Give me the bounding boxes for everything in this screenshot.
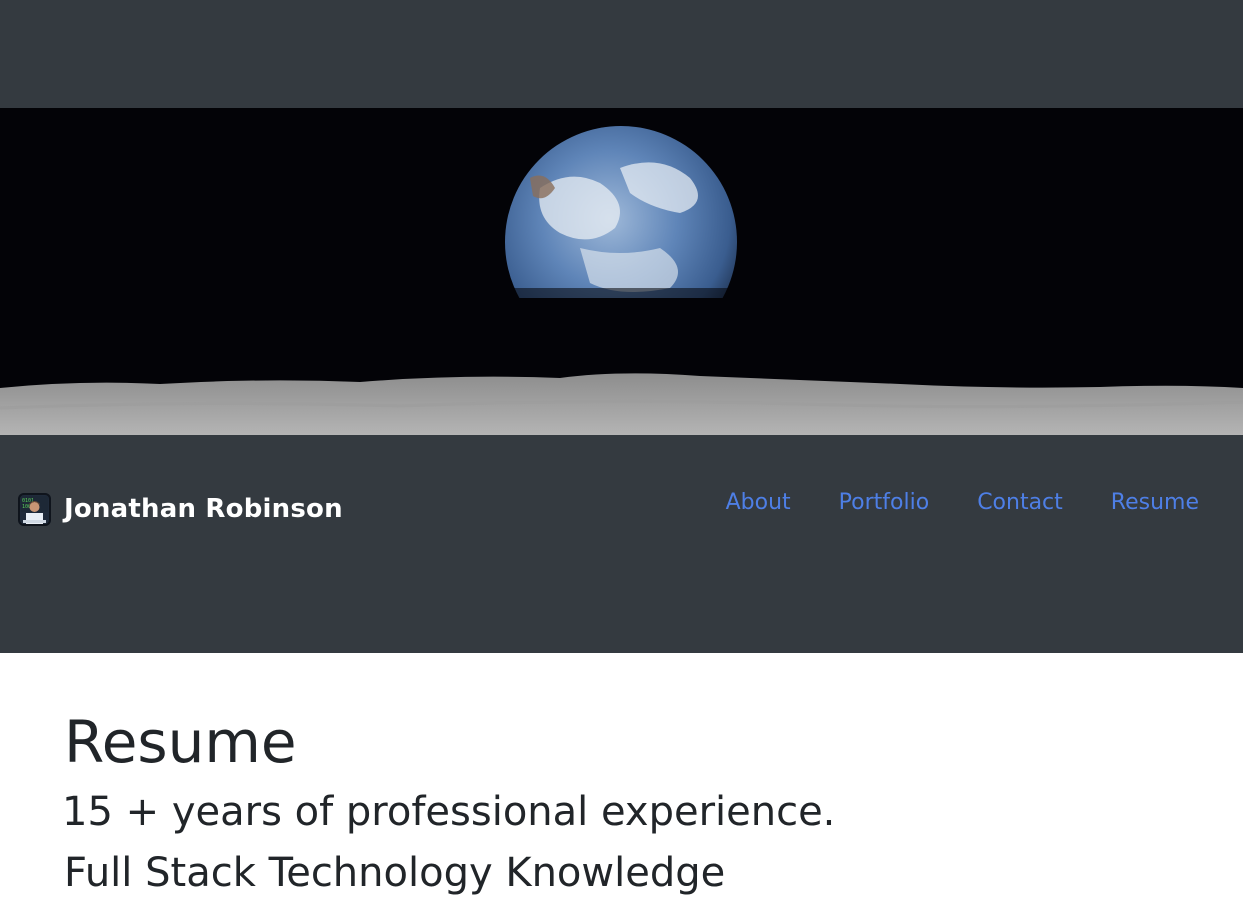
page-title: Resume: [64, 708, 297, 776]
hero-earthrise-image: [0, 108, 1243, 435]
nav-link-about[interactable]: About: [726, 487, 791, 519]
nav-link-resume[interactable]: Resume: [1111, 487, 1199, 519]
top-bar: [0, 0, 1243, 108]
knowledge-heading: Full Stack Technology Knowledge: [64, 850, 726, 896]
nav-link-contact[interactable]: Contact: [977, 487, 1063, 519]
navbar: 0101 1001 Jonathan Robinson About Portfo…: [0, 435, 1243, 653]
brand-name: Jonathan Robinson: [64, 494, 343, 524]
nav-link-portfolio[interactable]: Portfolio: [839, 487, 930, 519]
technologist-emoji-icon: 0101 1001: [18, 492, 51, 526]
brand-link[interactable]: 0101 1001 Jonathan Robinson: [18, 491, 343, 527]
experience-heading: 15 + years of professional experience.: [62, 789, 836, 835]
nav-links: About Portfolio Contact Resume: [678, 487, 1199, 519]
